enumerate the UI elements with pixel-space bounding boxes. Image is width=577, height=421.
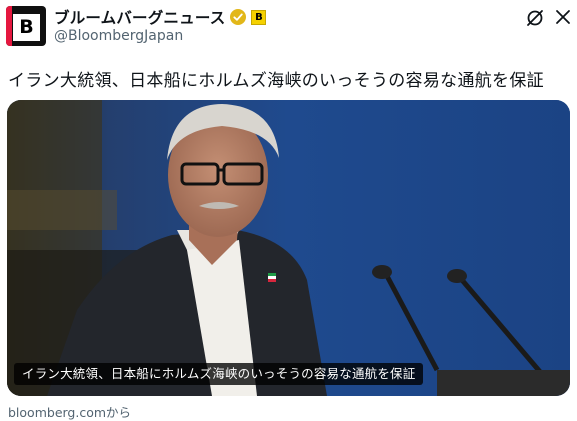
source-link[interactable]: bloomberg.comから xyxy=(8,402,131,421)
avatar-accent xyxy=(6,6,12,46)
photo-illustration xyxy=(7,100,570,396)
media-caption: イラン大統領、日本船にホルムズ海峡のいっそうの容易な通航を保証 xyxy=(14,363,424,385)
display-name[interactable]: ブルームバーグニュース xyxy=(54,6,225,28)
affiliate-badge-icon[interactable]: B xyxy=(251,9,267,25)
avatar[interactable]: B xyxy=(6,6,46,46)
verified-badge-icon xyxy=(230,9,247,25)
tweet-headline: イラン大統領、日本船にホルムズ海峡のいっそうの容易な通航を保証 xyxy=(8,71,544,91)
avatar-logo-letter: B xyxy=(13,14,40,41)
name-row: ブルームバーグニュース B xyxy=(54,6,267,28)
tweet-card: B ブルームバーグニュース B @BloombergJapan イラン大統領、日… xyxy=(0,0,577,421)
mute-icon[interactable] xyxy=(525,8,545,28)
account-handle[interactable]: @BloombergJapan xyxy=(54,28,183,44)
media-photo[interactable] xyxy=(7,100,570,396)
close-icon[interactable] xyxy=(554,8,572,26)
